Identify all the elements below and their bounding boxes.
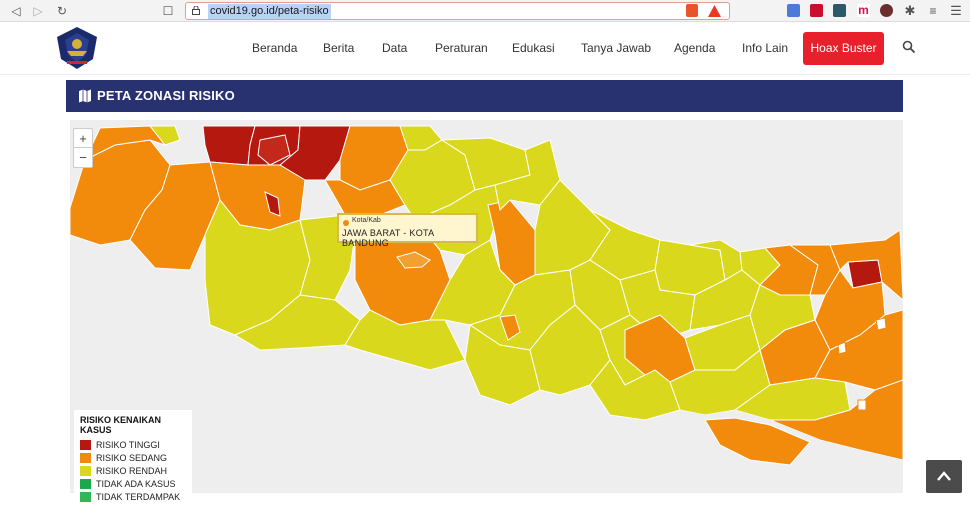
garuda-logo[interactable] (53, 25, 101, 71)
nav-berita[interactable]: Berita (323, 41, 354, 55)
legend-swatch-medium (80, 453, 91, 463)
legend-item-medium: RISIKO SEDANG (80, 453, 186, 466)
map-icon (79, 89, 91, 103)
scroll-to-top-button[interactable] (926, 460, 962, 493)
legend-item-low: RISIKO RENDAH (80, 466, 186, 479)
risk-map[interactable] (70, 120, 903, 493)
nav-beranda[interactable]: Beranda (252, 41, 297, 55)
tooltip-subtitle: Kota/Kab (352, 217, 381, 224)
legend-swatch-low (80, 466, 91, 476)
site-header: Beranda Berita Data Peraturan Edukasi Ta… (0, 23, 970, 75)
chevron-up-icon (937, 471, 951, 481)
legend-item-high: RISIKO TINGGI (80, 440, 186, 453)
map-legend: RISIKO KENAIKAN KASUS RISIKO TINGGI RISI… (74, 410, 192, 502)
browser-toolbar: ◁ ▷ ↻ ☐ covid19.go.id/peta-risiko m ✱ ≡ … (0, 0, 970, 22)
legend-label-low: RISIKO RENDAH (96, 466, 168, 476)
translate-icon[interactable] (787, 4, 800, 17)
section-title-bar: PETA ZONASI RISIKO (66, 80, 903, 112)
region-inset-3 (857, 399, 867, 411)
page-title: PETA ZONASI RISIKO (97, 88, 235, 103)
nav-info-lain[interactable]: Info Lain (742, 41, 788, 55)
nav-agenda[interactable]: Agenda (674, 41, 715, 55)
nav-edukasi[interactable]: Edukasi (512, 41, 555, 55)
bookmark-icon[interactable]: ☐ (160, 3, 176, 19)
m-extension-icon[interactable]: m (857, 4, 870, 17)
region-inset-1 (875, 317, 887, 331)
tooltip-dot-icon (343, 220, 349, 226)
legend-swatch-high (80, 440, 91, 450)
pdf-icon[interactable] (810, 4, 823, 17)
legend-swatch-unaffected (80, 492, 91, 502)
zoom-in-button[interactable]: + (74, 129, 92, 148)
legend-item-unaffected: TIDAK TERDAMPAK (80, 492, 186, 505)
legend-label-no-case: TIDAK ADA KASUS (96, 479, 176, 489)
legend-label-high: RISIKO TINGGI (96, 440, 160, 450)
legend-title: RISIKO KENAIKAN KASUS (80, 415, 162, 435)
region-tooltip: Kota/Kab JAWA BARAT - KOTA BANDUNG (337, 213, 478, 248)
rewards-icon[interactable] (708, 5, 721, 17)
nav-tanya-jawab[interactable]: Tanya Jawab (581, 41, 651, 55)
region-jakarta-red (202, 125, 256, 166)
extension-icon[interactable] (833, 4, 846, 17)
tooltip-region-name: JAWA BARAT - KOTA BANDUNG (342, 228, 434, 248)
java-map-svg[interactable] (70, 120, 903, 493)
nav-data[interactable]: Data (382, 41, 407, 55)
legend-label-medium: RISIKO SEDANG (96, 453, 168, 463)
url-text: covid19.go.id/peta-risiko (208, 4, 331, 19)
forward-icon[interactable]: ▷ (30, 3, 46, 19)
search-icon[interactable] (902, 40, 916, 54)
extension-circle-icon[interactable] (880, 4, 893, 17)
zoom-control: + − (73, 128, 93, 168)
legend-swatch-no-case (80, 479, 91, 489)
address-bar[interactable]: covid19.go.id/peta-risiko (185, 2, 730, 20)
brave-shield-icon[interactable] (686, 4, 698, 17)
nav-peraturan[interactable]: Peraturan (435, 41, 488, 55)
legend-label-unaffected: TIDAK TERDAMPAK (96, 492, 181, 502)
puzzle-icon[interactable]: ✱ (902, 3, 918, 19)
menu-icon[interactable]: ☰ (948, 3, 964, 19)
hoax-buster-button[interactable]: Hoax Buster (803, 32, 884, 65)
zoom-out-button[interactable]: − (74, 148, 92, 167)
back-icon[interactable]: ◁ (8, 3, 24, 19)
playlist-icon[interactable]: ≡ (925, 3, 941, 19)
legend-item-no-case: TIDAK ADA KASUS (80, 479, 186, 492)
lock-icon (192, 6, 200, 15)
reload-icon[interactable]: ↻ (54, 3, 70, 19)
